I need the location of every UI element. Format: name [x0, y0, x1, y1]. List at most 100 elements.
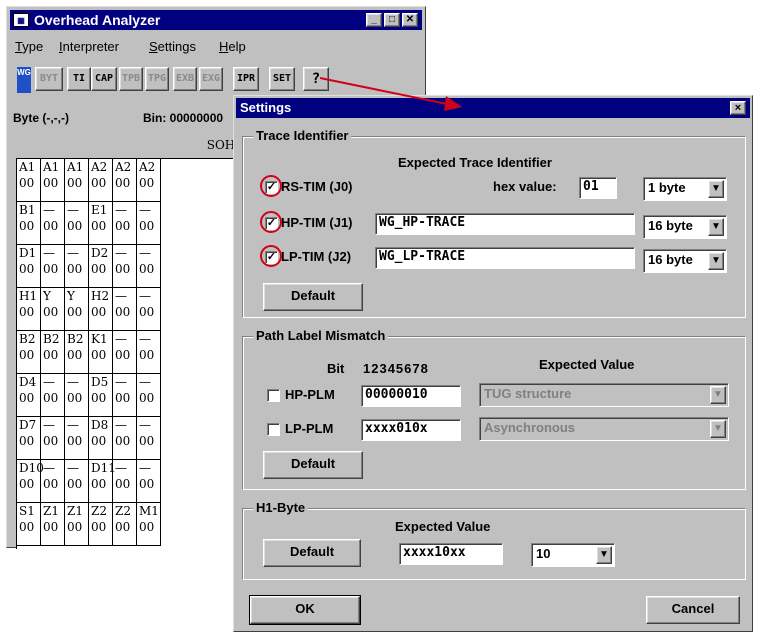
grid-cell[interactable]: D10 00 — [17, 460, 44, 503]
h1-default-button[interactable]: Default — [263, 539, 361, 567]
grid-cell[interactable]: D4 00 — [17, 374, 41, 417]
h1-pattern-input[interactable]: xxxx10xx — [399, 543, 503, 565]
chevron-down-icon[interactable]: ▼ — [708, 218, 724, 236]
menu-type[interactable]: Type — [15, 39, 43, 54]
close-button[interactable]: ✕ — [402, 13, 418, 27]
grid-cell[interactable]: — 00 — [137, 288, 161, 331]
toolbar-cap-button[interactable]: CAP — [91, 67, 117, 91]
grid-cell[interactable]: — 00 — [41, 245, 65, 288]
chevron-down-icon[interactable]: ▼ — [596, 546, 612, 564]
grid-cell[interactable]: B1 00 — [17, 202, 41, 245]
main-title-bar[interactable]: ▦ Overhead Analyzer _ □ ✕ — [10, 10, 422, 30]
chevron-down-icon[interactable]: ▼ — [710, 386, 726, 404]
hp-plm-bits-input[interactable]: 00000010 — [361, 385, 461, 407]
grid-cell[interactable]: Y 00 — [65, 288, 89, 331]
chevron-down-icon[interactable]: ▼ — [710, 420, 726, 438]
grid-cell[interactable]: — 00 — [65, 202, 89, 245]
ok-button[interactable]: OK — [249, 595, 361, 625]
grid-cell[interactable]: D5 00 — [89, 374, 113, 417]
toolbar-tpg-button[interactable]: TPG — [145, 67, 169, 91]
grid-cell[interactable]: — 00 — [137, 202, 161, 245]
grid-cell[interactable]: H1 00 — [17, 288, 41, 331]
trace-default-button[interactable]: Default — [263, 283, 363, 311]
chevron-down-icon[interactable]: ▼ — [708, 252, 724, 270]
menu-interpreter[interactable]: Interpreter — [59, 39, 119, 54]
grid-cell[interactable]: E1 00 — [89, 202, 113, 245]
grid-cell[interactable]: S1 00 — [17, 503, 41, 546]
h1-value-select[interactable]: 10 ▼ — [531, 543, 615, 567]
grid-cell[interactable]: M1 00 — [137, 503, 161, 546]
grid-cell[interactable]: A1 00 — [17, 159, 41, 202]
grid-cell[interactable]: Y 00 — [41, 288, 65, 331]
grid-cell[interactable]: Z1 00 — [65, 503, 89, 546]
grid-cell[interactable]: Z2 00 — [113, 503, 137, 546]
grid-cell[interactable]: B2 00 — [65, 331, 89, 374]
grid-cell[interactable]: D8 00 — [89, 417, 113, 460]
grid-cell[interactable]: Z2 00 — [89, 503, 113, 546]
lp-tim-length-select[interactable]: 16 byte ▼ — [643, 249, 727, 273]
grid-cell[interactable]: B2 00 — [17, 331, 41, 374]
toolbar-help-button[interactable]: ? — [303, 67, 329, 91]
grid-cell[interactable]: — 00 — [113, 288, 137, 331]
grid-cell[interactable]: A1 00 — [65, 159, 89, 202]
grid-cell[interactable]: — 00 — [113, 331, 137, 374]
rs-tim-length-select[interactable]: 1 byte ▼ — [643, 177, 727, 201]
chevron-down-icon[interactable]: ▼ — [708, 180, 724, 198]
toolbar-ipr-button[interactable]: IPR — [233, 67, 259, 91]
toolbar-set-button[interactable]: SET — [269, 67, 295, 91]
grid-cell[interactable]: — 00 — [41, 417, 65, 460]
grid-cell[interactable]: — 00 — [113, 374, 137, 417]
grid-cell[interactable]: — 00 — [113, 417, 137, 460]
lp-plm-bits-input[interactable]: xxxx010x — [361, 419, 461, 441]
lp-tim-trace-input[interactable]: WG_LP-TRACE — [375, 247, 635, 269]
grid-cell[interactable]: — 00 — [113, 460, 137, 503]
grid-cell[interactable]: D1 00 — [17, 245, 41, 288]
grid-cell[interactable]: — 00 — [137, 245, 161, 288]
settings-title-bar[interactable]: Settings × — [236, 98, 750, 118]
grid-cell[interactable]: — 00 — [137, 417, 161, 460]
toolbar-ti-button[interactable]: TI — [67, 67, 91, 91]
grid-cell[interactable]: A2 00 — [137, 159, 161, 202]
grid-cell[interactable]: — 00 — [137, 460, 161, 503]
hp-tim-trace-input[interactable]: WG_HP-TRACE — [375, 213, 635, 235]
hp-plm-value-select[interactable]: TUG structure ▼ — [479, 383, 729, 407]
minimize-button[interactable]: _ — [366, 13, 382, 27]
grid-cell[interactable]: A1 00 — [41, 159, 65, 202]
plm-default-button[interactable]: Default — [263, 451, 363, 479]
toolbar-byt-button[interactable]: BYT — [35, 67, 63, 91]
cancel-button[interactable]: Cancel — [646, 596, 740, 624]
grid-cell[interactable]: B2 00 — [41, 331, 65, 374]
cell-byte-name: — — [139, 203, 151, 217]
rs-tim-hex-input[interactable]: 01 — [579, 177, 617, 199]
grid-cell[interactable]: A2 00 — [89, 159, 113, 202]
grid-cell[interactable]: — 00 — [65, 245, 89, 288]
grid-cell[interactable]: H2 00 — [89, 288, 113, 331]
lp-plm-checkbox[interactable] — [267, 423, 280, 436]
grid-cell[interactable]: K1 00 — [89, 331, 113, 374]
grid-cell[interactable]: — 00 — [65, 460, 89, 503]
toolbar-exg-button[interactable]: EXG — [199, 67, 223, 91]
grid-cell[interactable]: D11 00 — [89, 460, 116, 503]
hp-tim-length-select[interactable]: 16 byte ▼ — [643, 215, 727, 239]
menu-help[interactable]: Help — [219, 39, 246, 54]
grid-cell[interactable]: D2 00 — [89, 245, 113, 288]
grid-cell[interactable]: — 00 — [113, 245, 137, 288]
grid-cell[interactable]: — 00 — [41, 202, 65, 245]
toolbar-tpb-button[interactable]: TPB — [119, 67, 143, 91]
maximize-button[interactable]: □ — [384, 13, 400, 27]
grid-cell[interactable]: — 00 — [65, 417, 89, 460]
toolbar-exb-button[interactable]: EXB — [173, 67, 197, 91]
grid-cell[interactable]: D7 00 — [17, 417, 41, 460]
lp-plm-value-select[interactable]: Asynchronous ▼ — [479, 417, 729, 441]
grid-cell[interactable]: — 00 — [137, 374, 161, 417]
grid-cell[interactable]: A2 00 — [113, 159, 137, 202]
grid-cell[interactable]: — 00 — [113, 202, 137, 245]
grid-cell[interactable]: Z1 00 — [41, 503, 65, 546]
grid-cell[interactable]: — 00 — [65, 374, 89, 417]
hp-plm-checkbox[interactable] — [267, 389, 280, 402]
menu-settings[interactable]: Settings — [149, 39, 196, 54]
settings-close-button[interactable]: × — [730, 101, 746, 115]
grid-cell[interactable]: — 00 — [137, 331, 161, 374]
grid-cell[interactable]: — 00 — [41, 374, 65, 417]
grid-cell[interactable]: — 00 — [41, 460, 65, 503]
